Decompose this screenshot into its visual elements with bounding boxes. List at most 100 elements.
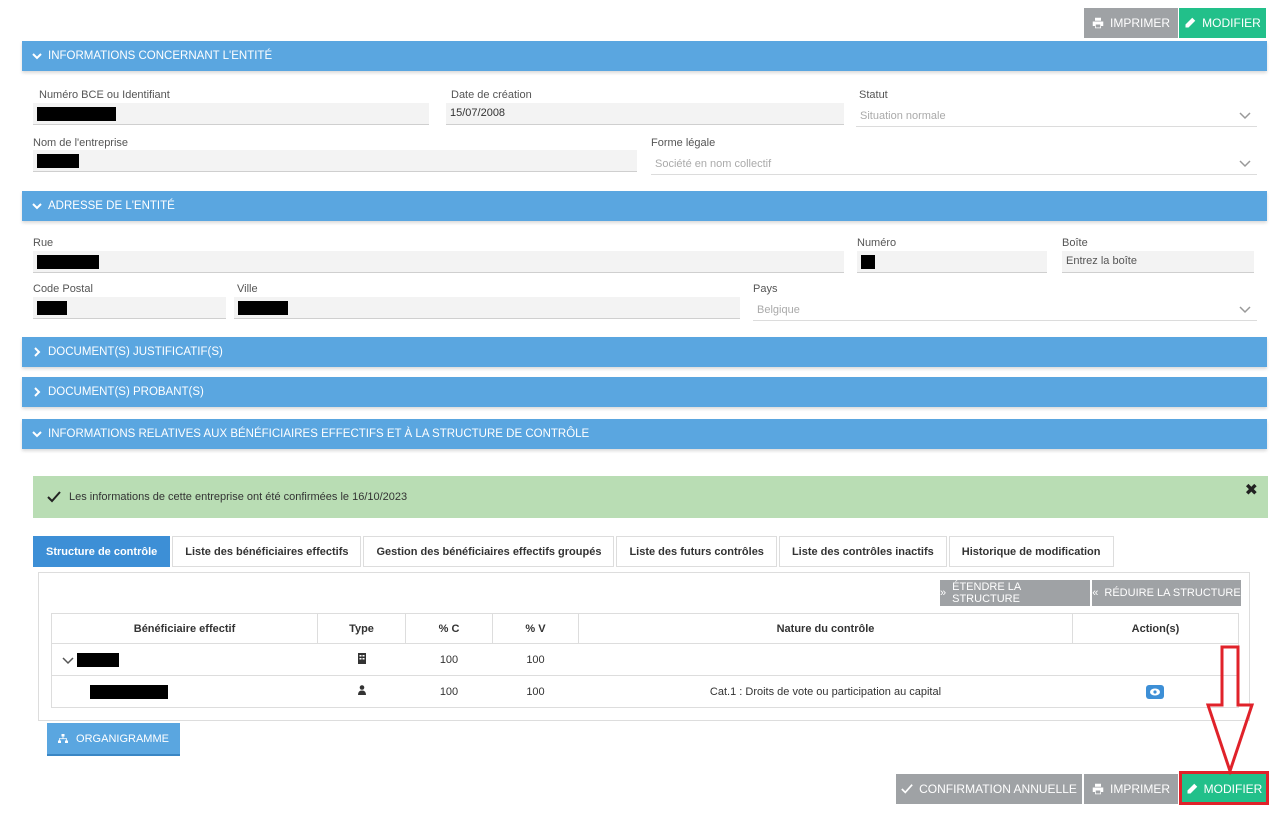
control-structure-table: Bénéficiaire effectif Type % C % V Natur…	[51, 613, 1239, 708]
section-beneficiaries-header[interactable]: INFORMATIONS RELATIVES AUX BÉNÉFICIAIRES…	[22, 419, 1267, 449]
annotation-highlight-box	[1179, 771, 1269, 805]
organigram-label: ORGANIGRAMME	[76, 732, 169, 745]
chevron-down-icon	[32, 431, 42, 438]
organigram-button[interactable]: ORGANIGRAMME	[47, 723, 180, 756]
confirmation-alert: Les informations de cette entreprise ont…	[33, 476, 1268, 518]
collapse-structure-button[interactable]: « RÉDUIRE LA STRUCTURE	[1092, 580, 1241, 606]
double-chevron-down-icon: »	[940, 587, 947, 599]
city-field[interactable]	[234, 297, 740, 319]
alert-text: Les informations de cette entreprise ont…	[69, 491, 408, 503]
tab-beneficiary-list[interactable]: Liste des bénéficiaires effectifs	[172, 536, 362, 567]
country-value: Belgique	[757, 304, 800, 316]
beneficiary-tabs: Structure de contrôle Liste des bénéfici…	[33, 536, 1114, 567]
chevron-down-icon	[32, 53, 42, 60]
chevron-down-icon	[1239, 303, 1251, 315]
legal-form-label: Forme légale	[651, 137, 716, 149]
beneficiary-cell	[51, 675, 318, 708]
chevron-down-icon	[32, 203, 42, 210]
close-icon[interactable]: ✖	[1245, 480, 1258, 500]
postal-code-field[interactable]	[33, 297, 226, 319]
sitemap-icon	[58, 734, 69, 743]
tab-future-controls[interactable]: Liste des futurs contrôles	[616, 536, 777, 567]
chevron-down-icon[interactable]	[62, 655, 74, 665]
redacted-block	[861, 255, 875, 269]
creation-date-field[interactable]: 15/07/2008	[446, 103, 844, 125]
section-documents-header[interactable]: DOCUMENT(S) JUSTIFICATIF(S)	[22, 337, 1267, 367]
status-label: Statut	[859, 89, 888, 101]
annotation-arrow-icon	[1205, 645, 1255, 775]
redacted-block	[238, 301, 288, 315]
tab-inactive-controls[interactable]: Liste des contrôles inactifs	[778, 536, 947, 567]
col-nature: Nature du contrôle	[578, 613, 1073, 644]
modify-button-top[interactable]: MODIFIER	[1179, 8, 1266, 38]
double-chevron-up-icon: «	[1092, 587, 1099, 599]
street-field[interactable]	[33, 251, 844, 273]
col-actions: Action(s)	[1072, 613, 1239, 644]
section-address-header[interactable]: ADRESSE DE L'ENTITÉ	[22, 191, 1267, 221]
section-proof-title: DOCUMENT(S) PROBANT(S)	[48, 386, 204, 398]
confirm-label: CONFIRMATION ANNUELLE	[919, 782, 1077, 796]
box-field[interactable]: Entrez la boîte	[1062, 251, 1254, 273]
company-name-field[interactable]	[33, 150, 637, 172]
city-label: Ville	[237, 283, 258, 295]
box-label: Boîte	[1062, 237, 1088, 249]
person-icon	[357, 685, 366, 695]
table-row: 100 100 Cat.1 : Droits de vote ou partic…	[51, 675, 1239, 708]
pct-v-cell: 100	[492, 643, 579, 676]
expand-structure-button[interactable]: » ÉTENDRE LA STRUCTURE	[940, 580, 1090, 606]
beneficiary-cell	[51, 643, 318, 676]
pct-v-cell: 100	[492, 675, 579, 708]
number-field[interactable]	[857, 251, 1047, 273]
redacted-block	[37, 154, 79, 168]
section-entity-title: INFORMATIONS CONCERNANT L'ENTITÉ	[48, 50, 273, 62]
tab-history[interactable]: Historique de modification	[948, 536, 1114, 567]
tab-grouped-beneficiaries[interactable]: Gestion des bénéficiaires effectifs grou…	[363, 536, 615, 567]
redacted-block	[77, 652, 120, 667]
legal-form-value: Société en nom collectif	[655, 158, 772, 170]
type-cell	[317, 643, 406, 676]
tab-structure[interactable]: Structure de contrôle	[33, 536, 171, 567]
chevron-right-icon	[34, 347, 41, 357]
print-label: IMPRIMER	[1110, 782, 1170, 796]
col-pct-c: % C	[405, 613, 493, 644]
chevron-down-icon	[1239, 157, 1251, 169]
status-value: Situation normale	[860, 110, 946, 122]
modify-label: MODIFIER	[1202, 16, 1261, 30]
postal-code-label: Code Postal	[33, 283, 93, 295]
printer-icon	[1092, 17, 1104, 29]
building-icon	[357, 652, 366, 664]
view-button[interactable]	[1146, 684, 1165, 699]
nature-cell: Cat.1 : Droits de vote ou participation …	[578, 675, 1073, 708]
pct-c-cell: 100	[405, 675, 493, 708]
section-proof-header[interactable]: DOCUMENT(S) PROBANT(S)	[22, 377, 1267, 407]
section-documents-title: DOCUMENT(S) JUSTIFICATIF(S)	[48, 346, 223, 358]
eye-icon	[1150, 688, 1161, 695]
type-cell	[317, 675, 406, 708]
company-name-label: Nom de l'entreprise	[33, 137, 129, 149]
number-label: Numéro	[857, 237, 897, 249]
section-entity-header[interactable]: INFORMATIONS CONCERNANT L'ENTITÉ	[22, 41, 1267, 71]
checkmark-icon	[47, 491, 61, 503]
print-button-top[interactable]: IMPRIMER	[1084, 8, 1178, 38]
redacted-block	[90, 684, 168, 699]
annual-confirmation-button[interactable]: CONFIRMATION ANNUELLE	[896, 774, 1082, 804]
print-label: IMPRIMER	[1110, 16, 1170, 30]
col-pct-v: % V	[492, 613, 579, 644]
country-select[interactable]: Belgique	[753, 299, 1257, 321]
legal-form-select[interactable]: Société en nom collectif	[651, 153, 1257, 175]
status-select[interactable]: Situation normale	[856, 105, 1257, 127]
creation-date-label: Date de création	[451, 89, 532, 101]
nature-cell	[578, 643, 1073, 676]
table-row: 100 100	[51, 643, 1239, 676]
redacted-block	[37, 301, 67, 315]
col-type: Type	[317, 613, 406, 644]
bce-field[interactable]	[33, 103, 429, 125]
country-label: Pays	[753, 283, 778, 295]
collapse-label: RÉDUIRE LA STRUCTURE	[1104, 587, 1241, 599]
pct-c-cell: 100	[405, 643, 493, 676]
redacted-block	[37, 107, 116, 121]
section-beneficiaries-title: INFORMATIONS RELATIVES AUX BÉNÉFICIAIRES…	[48, 428, 590, 440]
street-label: Rue	[33, 237, 54, 249]
print-button-bottom[interactable]: IMPRIMER	[1084, 774, 1178, 804]
expand-label: ÉTENDRE LA STRUCTURE	[952, 581, 1021, 605]
